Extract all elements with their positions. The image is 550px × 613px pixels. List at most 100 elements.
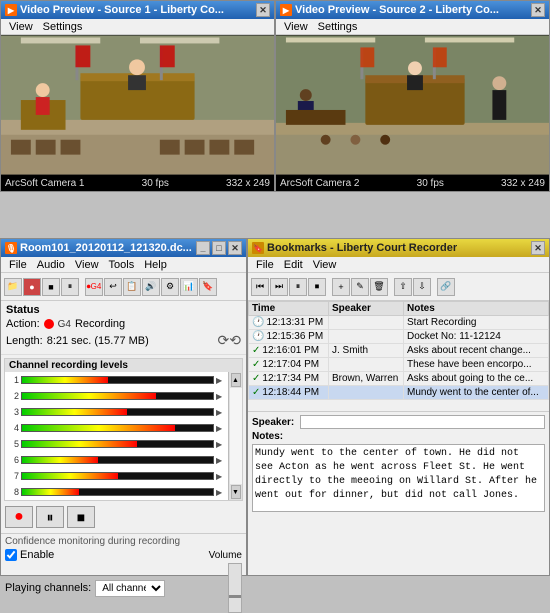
stop-button[interactable]: ■ (67, 506, 95, 528)
channel-scrollbar: ▲ ▼ (228, 372, 242, 500)
toolbar-btn-4[interactable]: ⏸ (61, 278, 79, 296)
bk-toolbar-btn-9[interactable]: ⇩ (413, 278, 431, 296)
source1-menu-settings[interactable]: Settings (39, 21, 87, 33)
source2-close-button[interactable]: ✕ (531, 3, 545, 17)
bookmarks-menu-view[interactable]: View (309, 259, 341, 271)
channel-row-6: 6 ▶ (5, 452, 228, 468)
notes-section: Speaker: Notes: Mundy went to the center… (248, 411, 549, 518)
scroll-up-arrow[interactable]: ▲ (231, 373, 241, 387)
notes-label-row: Notes: (252, 431, 545, 442)
recorder-close-button[interactable]: ✕ (228, 241, 242, 255)
channel-row-2: 2 ▶ (5, 388, 228, 404)
ch-bar-7 (22, 473, 118, 479)
bk-toolbar-btn-7[interactable]: 🗑 (370, 278, 388, 296)
table-row[interactable]: ✓12:18:44 PMMundy went to the center of.… (249, 386, 549, 400)
source1-close-button[interactable]: ✕ (256, 3, 270, 17)
ch-bar-1 (22, 377, 108, 383)
ch-num-1: 1 (7, 375, 19, 385)
channels-select[interactable]: All channels (95, 580, 165, 597)
table-row[interactable]: ✓12:17:34 PMBrown, WarrenAsks about goin… (249, 372, 549, 386)
toolbar-btn-8[interactable]: ⚙ (161, 278, 179, 296)
toolbar-btn-9[interactable]: 📊 (180, 278, 198, 296)
toolbar-btn-10[interactable]: 🔖 (199, 278, 217, 296)
recorder-menu-help[interactable]: Help (140, 259, 171, 271)
bk-toolbar-btn-4[interactable]: ⏹ (308, 278, 326, 296)
channels-header: Channel recording levels (5, 359, 242, 372)
toolbar-btn-7[interactable]: 🔊 (142, 278, 160, 296)
toolbar-btn-record[interactable]: ⏺G4 (85, 278, 103, 296)
bookmarks-icon: 🔖 (252, 242, 264, 254)
notes-textarea[interactable]: Mundy went to the center of town. He did… (252, 444, 545, 512)
toolbar-btn-3[interactable]: ■ (42, 278, 60, 296)
ch-bar-bg-6 (21, 456, 214, 464)
recorder-menu-file[interactable]: File (5, 259, 31, 271)
recorder-menu-audio[interactable]: Audio (33, 259, 69, 271)
cell-speaker (329, 316, 404, 330)
bk-toolbar-btn-6[interactable]: ✎ (351, 278, 369, 296)
table-row[interactable]: ✓12:17:04 PMThese have been encorpo... (249, 358, 549, 372)
source1-fps: 30 fps (142, 178, 169, 189)
pause-button[interactable]: ⏸ (36, 506, 64, 528)
controls-row: ● ⏸ ■ (1, 504, 246, 530)
cell-time: ✓12:16:01 PM (249, 344, 329, 358)
cell-notes: Asks about going to the ce... (404, 372, 549, 386)
source1-menu-view[interactable]: View (5, 21, 37, 33)
volume-label: Volume (209, 550, 242, 561)
bookmarks-close-button[interactable]: ✕ (531, 241, 545, 255)
table-row[interactable]: 🕐12:13:31 PMStart Recording (249, 316, 549, 330)
toolbar-btn-6[interactable]: 📋 (123, 278, 141, 296)
cell-time: 🕐12:13:31 PM (249, 316, 329, 330)
bookmarks-table-container[interactable]: Time Speaker Notes 🕐12:13:31 PMStart Rec… (248, 301, 549, 411)
ch-bar-bg-5 (21, 440, 214, 448)
source2-menu-bar: View Settings (276, 19, 549, 35)
source1-status-bar: ArcSoft Camera 1 30 fps 332 x 249 (1, 175, 274, 191)
ch-num-8: 8 (7, 487, 19, 497)
recorder-menu-tools[interactable]: Tools (105, 259, 139, 271)
ch-bar-6 (22, 457, 98, 463)
bk-toolbar-btn-1[interactable]: ⏮ (251, 278, 269, 296)
source1-window: ▶ Video Preview - Source 1 - Liberty Co.… (0, 0, 275, 192)
recording-icon: G4 (58, 319, 71, 330)
table-row[interactable]: ✓12:16:01 PMJ. SmithAsks about recent ch… (249, 344, 549, 358)
volume-slider[interactable] (228, 563, 242, 613)
speaker-label: Speaker: (252, 417, 297, 428)
ch-bar-bg-2 (21, 392, 214, 400)
enable-checkbox[interactable] (5, 549, 17, 561)
table-header-row: Time Speaker Notes (249, 302, 549, 316)
recorder-minimize-button[interactable]: _ (196, 241, 210, 255)
bk-toolbar-btn-5[interactable]: + (332, 278, 350, 296)
table-row[interactable]: 🕐12:15:36 PMDocket No: 11-12124 (249, 330, 549, 344)
ch-bar-bg-7 (21, 472, 214, 480)
bookmarks-menu-edit[interactable]: Edit (280, 259, 307, 271)
th-speaker: Speaker (329, 302, 404, 316)
cell-speaker: J. Smith (329, 344, 404, 358)
ch-bar-bg-1 (21, 376, 214, 384)
source2-menu-settings[interactable]: Settings (314, 21, 362, 33)
cell-notes: Asks about recent change... (404, 344, 549, 358)
bk-toolbar-btn-2[interactable]: ⏭ (270, 278, 288, 296)
recorder-menu-view[interactable]: View (71, 259, 103, 271)
bottom-row: 🎙 Room101_20120112_121320.dc... _ □ ✕ Fi… (0, 238, 550, 576)
bk-toolbar-btn-10[interactable]: 🔗 (437, 278, 455, 296)
th-time: Time (249, 302, 329, 316)
record-button[interactable]: ● (5, 506, 33, 528)
ch-arrow-8: ▶ (216, 488, 226, 497)
source1-title: Video Preview - Source 1 - Liberty Co... (20, 4, 224, 16)
toolbar-btn-1[interactable]: 📁 (4, 278, 22, 296)
bk-toolbar-btn-3[interactable]: ⏸ (289, 278, 307, 296)
bk-toolbar-btn-8[interactable]: ⇧ (394, 278, 412, 296)
bookmarks-menu-file[interactable]: File (252, 259, 278, 271)
notes-label: Notes: (252, 431, 297, 442)
scroll-down-arrow[interactable]: ▼ (231, 485, 241, 499)
recorder-maximize-button[interactable]: □ (212, 241, 226, 255)
toolbar-btn-2[interactable]: ● (23, 278, 41, 296)
confidence-section: Confidence monitoring during recording E… (1, 533, 246, 613)
loop-icon: ⟳⟲ (218, 332, 241, 349)
speaker-input[interactable] (300, 415, 545, 429)
source1-video-frame (1, 35, 274, 175)
cell-notes: Docket No: 11-12124 (404, 330, 549, 344)
channel-row-3: 3 ▶ (5, 404, 228, 420)
source2-menu-view[interactable]: View (280, 21, 312, 33)
playing-row: Playing channels: All channels (5, 563, 242, 613)
toolbar-btn-5[interactable]: ↩ (104, 278, 122, 296)
